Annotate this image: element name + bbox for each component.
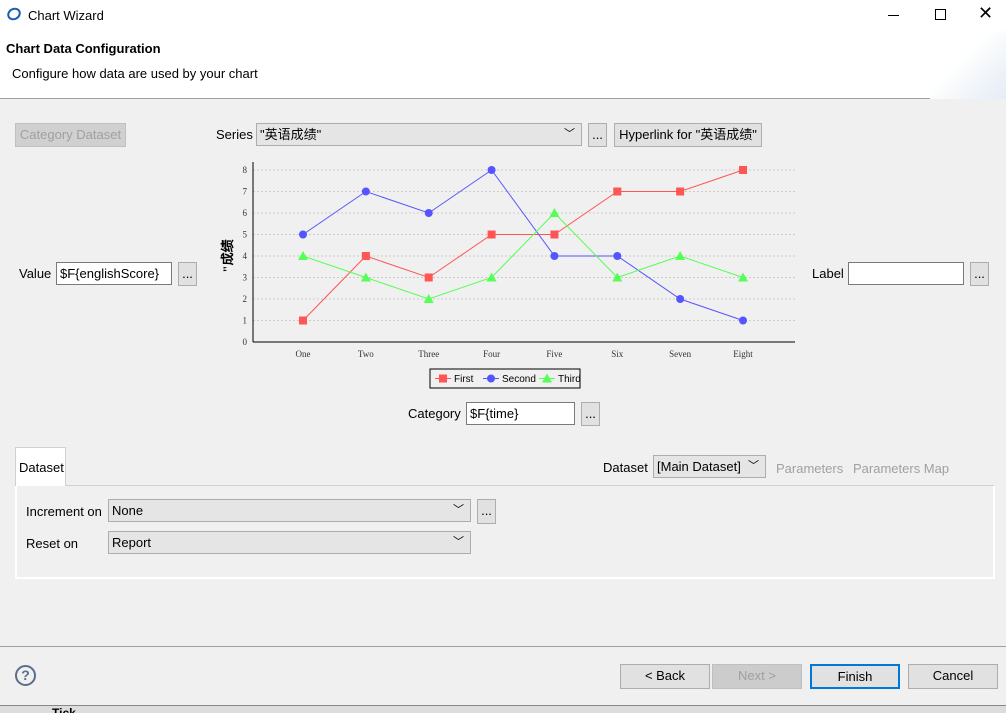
data-point-second — [424, 209, 433, 217]
y-tick-label: 5 — [243, 230, 248, 240]
category-ellipsis-button[interactable]: ... — [581, 402, 600, 426]
x-tick-label: Six — [611, 349, 624, 359]
y-tick-label: 2 — [243, 294, 248, 304]
category-label: Category — [408, 406, 461, 421]
increment-on-value: None — [112, 503, 144, 518]
data-point-second — [550, 252, 559, 260]
y-tick-label: 4 — [243, 251, 248, 261]
parameters-map-tab[interactable]: Parameters Map — [853, 461, 949, 476]
chevron-down-icon: ﹀ — [748, 460, 759, 472]
chevron-down-icon: ﹀ — [453, 536, 464, 548]
legend-label-third: Third — [558, 374, 581, 385]
reset-on-label: Reset on — [26, 536, 79, 551]
data-point-first — [739, 166, 748, 174]
data-point-second — [299, 230, 307, 239]
dataset-value: [Main Dataset] — [657, 459, 741, 474]
dataset-select[interactable]: [Main Dataset] ﹀ — [653, 455, 766, 478]
x-tick-label: Four — [483, 349, 500, 359]
y-axis-label: "成绩 — [220, 239, 235, 272]
category-input[interactable]: $F{time} — [466, 402, 575, 425]
y-tick-label: 8 — [243, 165, 248, 175]
help-icon[interactable]: ? — [15, 665, 36, 686]
chart-preview: 0 1 2 3 4 5 6 7 8 One Two Three Four Five Six Seven Eigh… — [220, 162, 795, 389]
y-tick-label: 6 — [243, 208, 248, 218]
chevron-down-icon: ﹀ — [453, 504, 464, 516]
legend-marker — [439, 374, 447, 383]
x-tick-label: Five — [546, 349, 562, 359]
data-point-second — [361, 187, 370, 196]
window-bottom-edge — [0, 705, 1006, 713]
data-point-first — [676, 187, 685, 196]
data-point-first — [550, 230, 559, 239]
footer-divider — [0, 646, 1006, 647]
x-tick-label: One — [296, 349, 311, 359]
data-point-first — [424, 273, 433, 282]
data-point-second — [739, 316, 748, 325]
x-tick-label: Two — [358, 349, 374, 359]
reset-on-select[interactable]: Report ﹀ — [108, 531, 471, 554]
increment-ellipsis-button[interactable]: ... — [477, 499, 496, 524]
data-point-first — [299, 316, 307, 325]
x-tick-label: Seven — [669, 349, 691, 359]
background-text: Tick — [52, 706, 76, 713]
dataset-tab[interactable]: Dataset — [15, 447, 66, 487]
data-point-second — [487, 166, 496, 174]
y-tick-label: 3 — [243, 273, 248, 283]
data-point-third — [675, 251, 686, 260]
cancel-button[interactable]: Cancel — [908, 664, 998, 689]
x-tick-label: Eight — [733, 349, 753, 359]
data-point-first — [613, 187, 622, 196]
data-point-second — [676, 295, 685, 303]
next-button[interactable]: Next > — [712, 664, 802, 689]
dataset-tab-label: Dataset — [19, 460, 64, 475]
data-point-second — [613, 252, 622, 260]
legend-marker — [487, 374, 495, 383]
legend-label-first: First — [454, 374, 474, 385]
dataset-label: Dataset — [603, 460, 648, 475]
back-button[interactable]: < Back — [620, 664, 710, 689]
y-tick-label: 0 — [243, 337, 248, 347]
increment-on-label: Increment on — [26, 504, 102, 519]
finish-button[interactable]: Finish — [810, 664, 900, 689]
y-tick-label: 7 — [243, 187, 248, 197]
parameters-tab[interactable]: Parameters — [776, 461, 843, 476]
reset-on-value: Report — [112, 535, 152, 550]
data-point-first — [361, 252, 370, 260]
x-tick-label: Three — [418, 349, 439, 359]
increment-on-select[interactable]: None ﹀ — [108, 499, 471, 522]
legend-label-second: Second — [502, 374, 536, 385]
data-point-first — [487, 230, 496, 239]
y-tick-label: 1 — [243, 316, 248, 326]
